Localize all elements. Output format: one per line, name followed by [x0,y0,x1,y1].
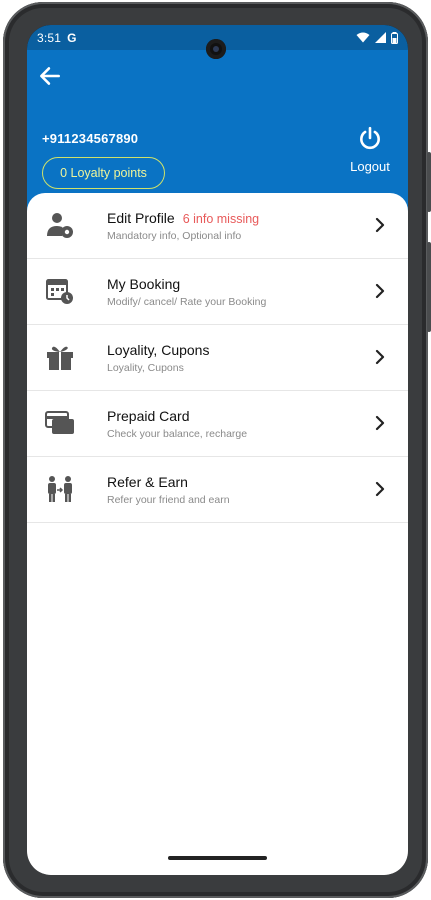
chevron-right-icon [375,481,385,497]
menu-item-subtitle: Modify/ cancel/ Rate your Booking [107,296,267,308]
status-time: 3:51 [37,30,62,45]
back-arrow-icon[interactable] [37,63,63,89]
menu-item-refer-earn[interactable]: Refer & Earn Refer your friend and earn [27,457,408,523]
chevron-right-icon [375,217,385,233]
volume-button [427,152,431,212]
menu-item-subtitle: Check your balance, recharge [107,428,248,440]
menu-item-prepaid-card[interactable]: Prepaid Card Check your balance, recharg… [27,391,408,457]
home-indicator[interactable] [168,856,267,860]
info-missing-badge: 6 info missing [182,212,260,226]
refer-people-icon [48,476,72,502]
phone-frame: 3:51 G +911234567890 0 Loyalty points Lo… [3,2,431,898]
battery-icon [391,31,398,44]
edit-profile-label: Edit Profile [107,210,175,226]
logout-button[interactable]: Logout [348,126,392,174]
user-settings-icon [47,213,73,238]
chevron-right-icon [375,283,385,299]
card-icon [45,411,74,434]
menu-item-title: My Booking [107,276,181,292]
front-camera [206,39,226,59]
logout-label: Logout [350,159,390,174]
menu-item-title: Prepaid Card [107,408,190,424]
screen: 3:51 G +911234567890 0 Loyalty points Lo… [27,25,408,875]
chevron-right-icon [375,415,385,431]
gift-icon [47,346,73,370]
menu-item-subtitle: Loyality, Cupons [107,362,184,374]
chevron-right-icon [375,349,385,365]
google-icon: G [67,30,77,45]
menu-item-subtitle: Mandatory info, Optional info [107,230,242,242]
status-icons [356,31,398,44]
menu-item-subtitle: Refer your friend and earn [107,494,230,506]
calendar-booking-icon [46,279,73,304]
menu-item-title: Refer & Earn [107,474,188,490]
menu-item-title: Edit Profile 6 info missing [107,210,259,226]
menu-item-loyalty-cupons[interactable]: Loyality, Cupons Loyality, Cupons [27,325,408,391]
power-button [427,242,431,332]
menu-item-edit-profile[interactable]: Edit Profile 6 info missing Mandatory inf… [27,193,408,259]
signal-icon [375,32,386,43]
loyalty-points-button[interactable]: 0 Loyalty points [42,157,165,189]
menu-item-my-booking[interactable]: My Booking Modify/ cancel/ Rate your Boo… [27,259,408,325]
wifi-icon [356,32,370,43]
power-icon [360,126,380,150]
menu-card: Edit Profile 6 info missing Mandatory inf… [27,193,408,875]
phone-number: +911234567890 [42,131,139,146]
menu-item-title: Loyality, Cupons [107,342,210,358]
